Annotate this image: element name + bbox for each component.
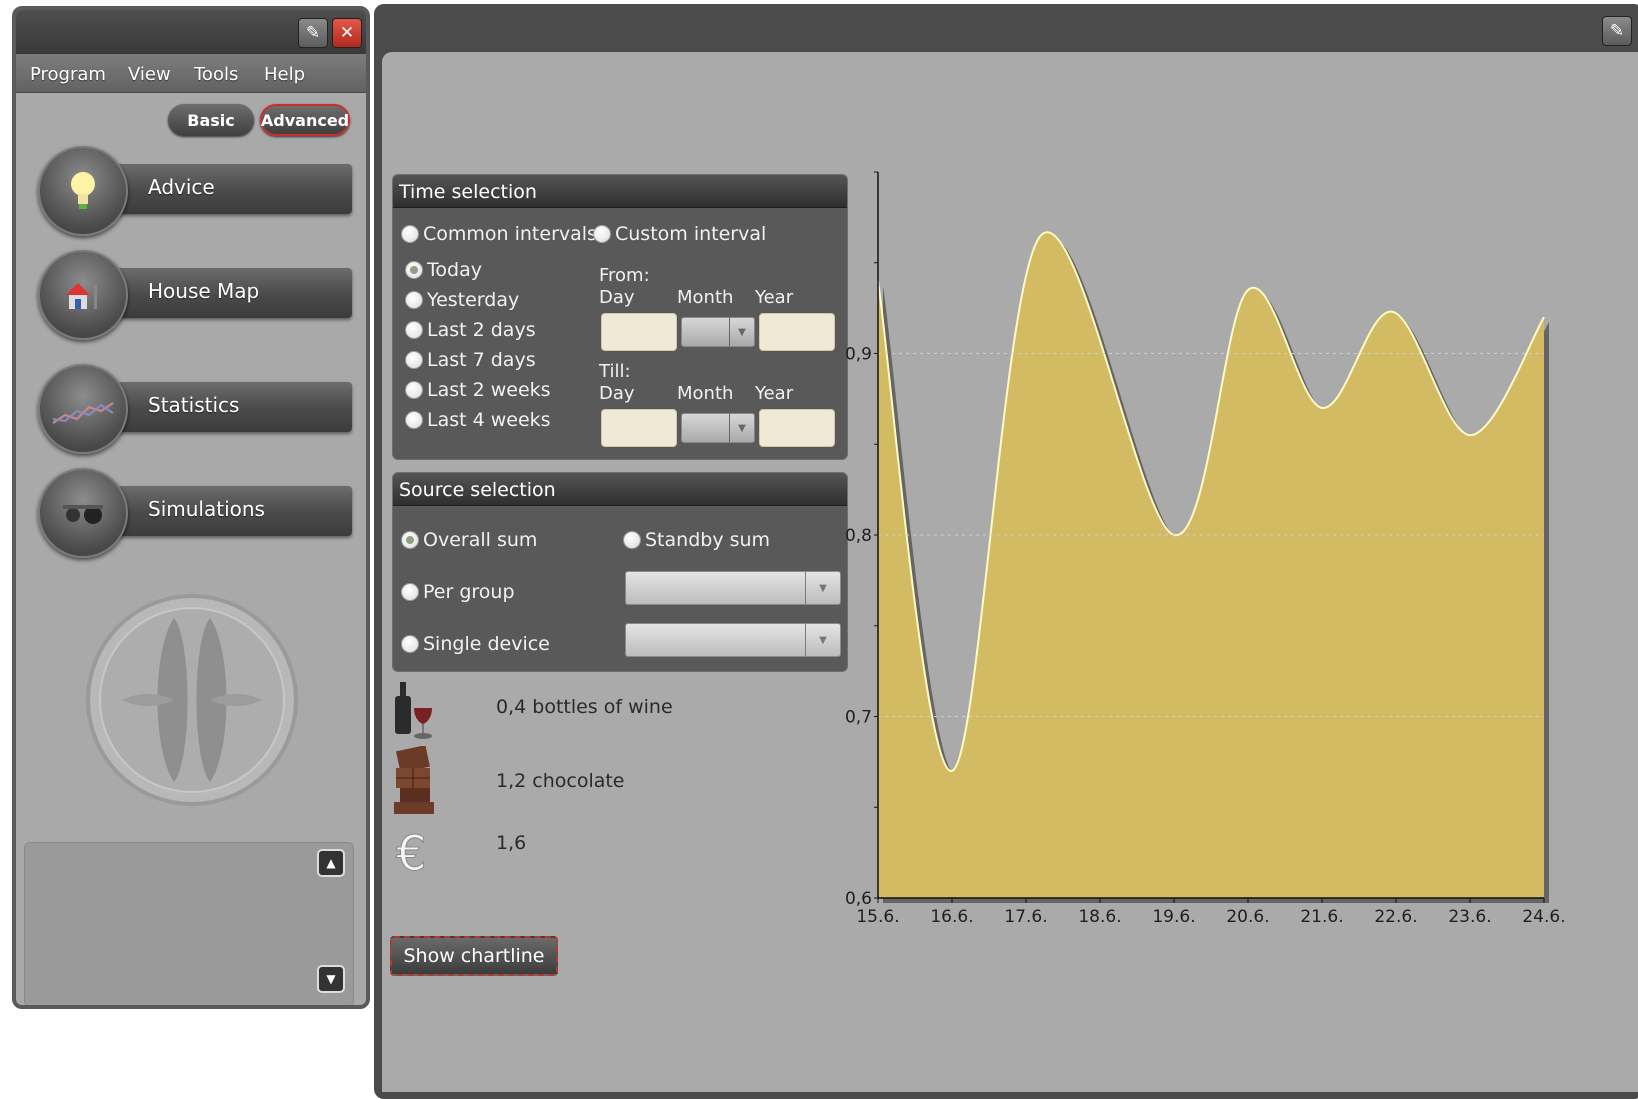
nav-advice-button[interactable]: Advice [38, 146, 352, 236]
simulation-icon [38, 468, 128, 558]
menu-help[interactable]: Help [264, 64, 305, 85]
x-tick-label: 21.6. [1300, 907, 1343, 927]
scroll-up-button[interactable]: ▲ [317, 849, 345, 877]
x-tick-label: 20.6. [1226, 907, 1269, 927]
x-tick-label: 19.6. [1152, 907, 1195, 927]
y-tick-label: 0,9 [845, 345, 872, 365]
menu-bar: Program View Tools Help [16, 54, 366, 93]
lightbulb-icon [38, 146, 128, 236]
consumption-area-chart: 0,6 0,7 0,8 0,9 15.6. 16.6. 17.6. 18.6. 19.6. 20.… [845, 171, 1566, 927]
x-tick-label: 18.6. [1078, 907, 1121, 927]
nav-advice-label: Advice [148, 175, 215, 199]
advanced-mode-button[interactable]: Advanced [260, 104, 350, 136]
nav-simulations-button[interactable]: Simulations [38, 468, 352, 558]
series-area [878, 232, 1544, 899]
info-scroll-panel[interactable]: ▲ ▼ [24, 842, 354, 1005]
nav-simulations-label: Simulations [148, 497, 265, 521]
left-navigation-panel: ✎ ✕ Program View Tools Help Basic Advanc… [12, 6, 370, 1009]
main-content-area: Time selection Common intervals Custom i… [382, 52, 1638, 1092]
x-tick-label: 24.6. [1522, 907, 1565, 927]
close-button[interactable]: ✕ [332, 18, 362, 48]
arrow-down-icon: ▼ [326, 972, 336, 986]
nav-house-map-label: House Map [148, 279, 260, 303]
house-icon [38, 250, 128, 340]
statistics-main-panel: ✎ Time selection Common intervals Custom… [374, 4, 1638, 1099]
x-tick-label: 16.6. [930, 907, 973, 927]
nav-statistics-button[interactable]: Statistics [38, 364, 352, 454]
menu-program[interactable]: Program [30, 64, 106, 85]
arrow-up-icon: ▲ [326, 856, 336, 870]
x-tick-label: 17.6. [1004, 907, 1047, 927]
menu-tools[interactable]: Tools [194, 64, 238, 85]
pin-button[interactable]: ✎ [298, 18, 328, 48]
chart-icon [38, 364, 128, 454]
y-tick-label: 0,8 [845, 526, 872, 546]
basic-mode-button[interactable]: Basic [168, 104, 254, 136]
left-title-bar: ✎ ✕ [16, 10, 366, 54]
main-pin-button[interactable]: ✎ [1602, 16, 1632, 46]
close-icon: ✕ [339, 23, 355, 43]
pin-icon: ✎ [1609, 21, 1625, 41]
x-tick-label: 22.6. [1374, 907, 1417, 927]
app-logo [82, 590, 302, 810]
scroll-down-button[interactable]: ▼ [317, 965, 345, 993]
nav-statistics-label: Statistics [148, 393, 240, 417]
y-tick-label: 0,7 [845, 708, 872, 728]
y-tick-label: 0,6 [845, 889, 872, 909]
menu-view[interactable]: View [128, 64, 171, 85]
nav-house-map-button[interactable]: House Map [38, 250, 352, 340]
pin-icon: ✎ [305, 23, 321, 43]
x-tick-label: 15.6. [856, 907, 899, 927]
x-tick-label: 23.6. [1448, 907, 1491, 927]
